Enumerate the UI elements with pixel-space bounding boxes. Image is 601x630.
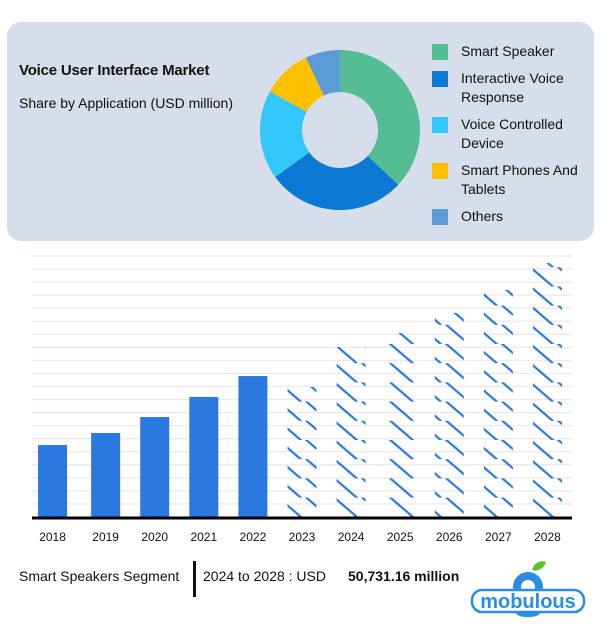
x-tick-label: 2025 <box>387 530 414 544</box>
range-label: 2024 to 2028 : USD <box>203 568 326 584</box>
bar-2022 <box>238 376 268 517</box>
legend-item-interactive-voice-response: Interactive Voice Response <box>432 69 594 107</box>
legend: Smart Speaker Interactive Voice Response V… <box>432 42 594 234</box>
mobulous-logo: mobulous <box>470 561 586 617</box>
bar-2020 <box>140 417 170 517</box>
bar-chart: 2018 2019 2020 2021 2022 2023 2024 2025 2026 2027… <box>32 255 572 544</box>
legend-item-voice-controlled-device: Voice Controlled Device <box>432 115 594 153</box>
chart-subtitle: Share by Application (USD million) <box>19 95 233 111</box>
logo-leaf-icon <box>532 561 546 571</box>
bar-2019 <box>91 432 121 517</box>
chart-title: Voice User Interface Market <box>19 62 210 79</box>
x-tick-label: 2019 <box>92 530 119 544</box>
x-tick-label: 2022 <box>240 530 267 544</box>
x-tick-label: 2027 <box>485 530 512 544</box>
segment-value: 50,731.16 million <box>348 568 460 584</box>
donut-slice-smart-speaker <box>340 50 420 185</box>
legend-label: Smart Speaker <box>461 43 555 59</box>
legend-swatch <box>432 71 448 87</box>
legend-label: Interactive Voice Response <box>461 70 564 105</box>
donut-chart <box>260 50 420 210</box>
bar-2028-forecast <box>532 263 562 517</box>
legend-item-smart-speaker: Smart Speaker <box>432 42 594 61</box>
x-tick-label: 2020 <box>141 530 168 544</box>
x-tick-label: 2024 <box>338 530 365 544</box>
bar-2027-forecast <box>483 289 513 517</box>
footer-divider <box>193 561 196 597</box>
bar-2024-forecast <box>336 347 366 517</box>
x-tick-label: 2028 <box>534 530 561 544</box>
legend-swatch <box>432 117 448 133</box>
segment-label: Smart Speakers Segment <box>19 568 180 584</box>
legend-item-smart-phones-and-tablets: Smart Phones And Tablets <box>432 161 594 199</box>
logo-text: mobulous <box>480 591 576 613</box>
legend-swatch <box>432 44 448 60</box>
legend-label: Smart Phones And Tablets <box>461 162 578 197</box>
x-tick-label: 2021 <box>190 530 217 544</box>
legend-item-others: Others <box>432 207 594 226</box>
legend-label: Others <box>461 208 504 224</box>
legend-swatch <box>432 209 448 225</box>
bar-2018 <box>38 444 68 517</box>
x-tick-label: 2018 <box>39 530 66 544</box>
legend-label: Voice Controlled Device <box>461 116 563 151</box>
bar-2025-forecast <box>385 332 415 517</box>
x-tick-label: 2023 <box>289 530 316 544</box>
legend-swatch <box>432 163 448 179</box>
bar-2021 <box>189 396 219 517</box>
bar-2023-forecast <box>287 387 317 517</box>
bar-2026-forecast <box>434 312 464 517</box>
x-tick-label: 2026 <box>436 530 463 544</box>
